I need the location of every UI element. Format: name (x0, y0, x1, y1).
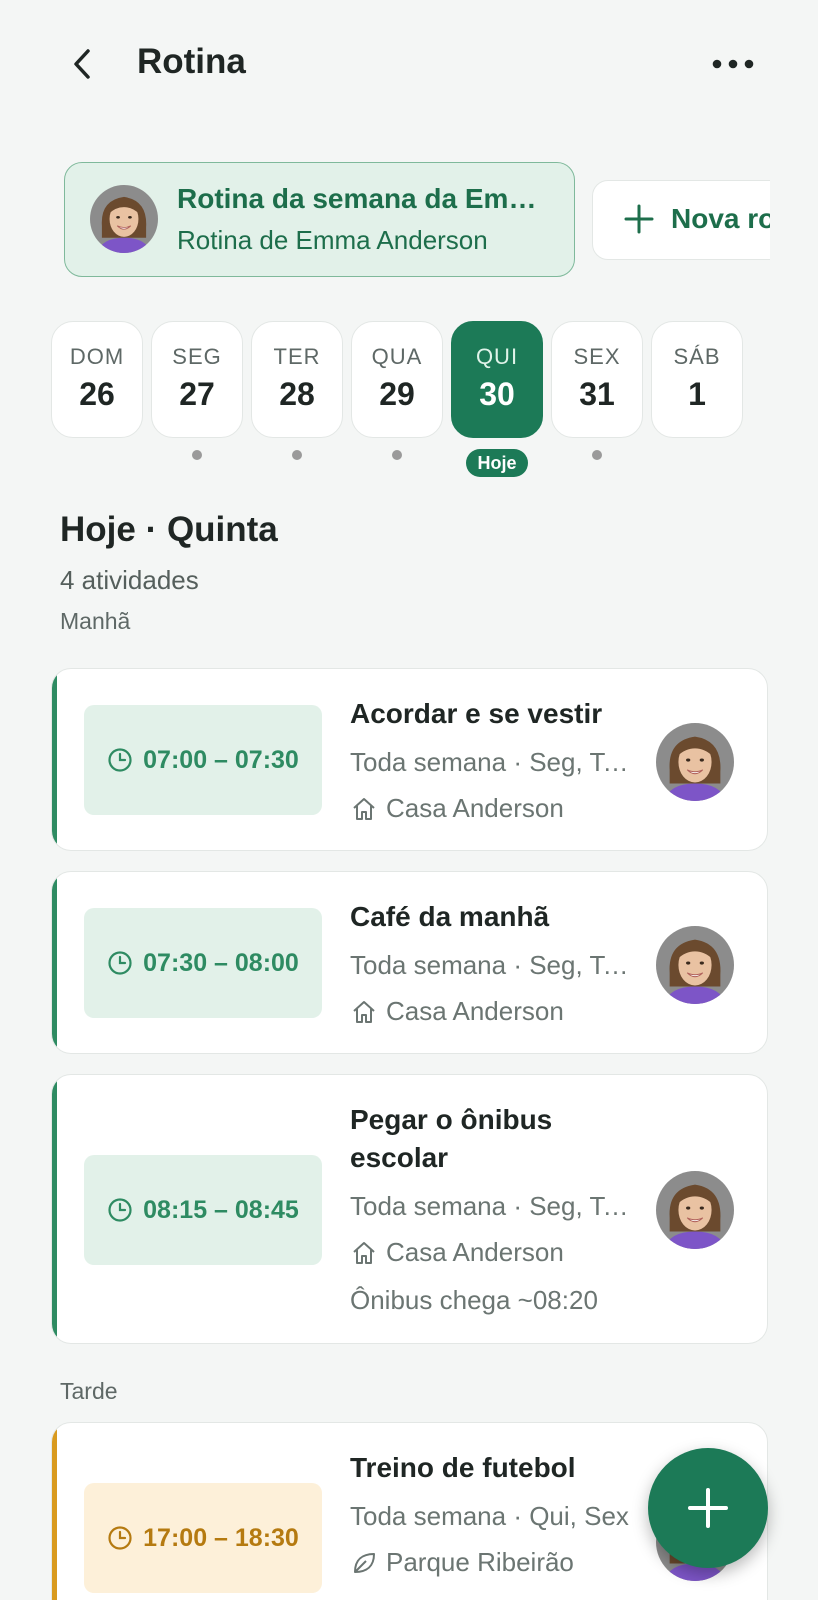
activity-title: Pegar o ônibus escolar (350, 1104, 553, 1173)
routine-selector: Rotina da semana da Emma Anderson Rotina… (0, 162, 818, 282)
time-text: 08:15 – 08:45 (143, 1195, 299, 1224)
today-badge: Hoje (466, 449, 528, 477)
accent-bar (52, 1423, 57, 1600)
activity-card[interactable]: 07:00 – 07:30 Acordar e se vestir Toda s… (51, 668, 768, 851)
day-number: 29 (379, 376, 415, 412)
activity-place: Parque Ribeirão (350, 1547, 630, 1578)
clock-icon (108, 1198, 132, 1222)
day-heading: Hoje · Quinta (60, 510, 278, 549)
time-range: 08:15 – 08:45 (84, 1155, 322, 1265)
time-range: 17:00 – 18:30 (84, 1483, 322, 1593)
avatar (656, 926, 734, 1004)
home-icon (353, 1000, 375, 1023)
note-text: Ônibus chega ~08:20 (350, 1285, 598, 1315)
routine-card-selected[interactable]: Rotina da semana da Emma Anderson Rotina… (64, 162, 575, 277)
day-name: SÁB (673, 344, 721, 369)
place-text: Casa Anderson (386, 1237, 564, 1267)
home-icon (353, 797, 375, 820)
activity-dot (592, 450, 602, 460)
more-options-button[interactable] (708, 44, 758, 84)
time-range: 07:30 – 08:00 (84, 908, 322, 1018)
add-activity-fab[interactable] (648, 1448, 768, 1568)
clock-icon (108, 1526, 132, 1550)
day-mon[interactable]: SEG 27 (151, 321, 243, 438)
activity-card[interactable]: 07:30 – 08:00 Café da manhã Toda semana … (51, 871, 768, 1054)
recurrence-text: Toda semana · Qui, Sex (350, 1501, 629, 1531)
place-text: Casa Anderson (386, 793, 564, 823)
time-text: 07:30 – 08:00 (143, 948, 299, 977)
place-text: Casa Anderson (386, 996, 564, 1026)
time-text: 17:00 – 18:30 (143, 1523, 299, 1552)
more-horizontal-icon (712, 59, 754, 69)
activity-place: Casa Anderson (350, 996, 630, 1027)
routine-subtitle: Rotina de Emma Anderson (177, 225, 488, 255)
chevron-left-icon (74, 49, 90, 79)
avatar (656, 723, 734, 801)
activity-dot (192, 450, 202, 460)
app-header: Rotina (0, 0, 818, 130)
back-button[interactable] (62, 44, 102, 84)
routine-title: Rotina da semana da Emma Anderson (177, 183, 547, 214)
day-wed[interactable]: QUA 29 (351, 321, 443, 438)
day-fri[interactable]: SEX 31 (551, 321, 643, 438)
day-name: DOM (69, 344, 125, 369)
day-name: SEG (172, 344, 222, 369)
recurrence-text: Toda semana · Seg, Ter, Qua, Qui, Sex (350, 747, 630, 777)
day-sun[interactable]: DOM 26 (51, 321, 143, 438)
avatar (656, 1171, 734, 1249)
activity-title: Acordar e se vestir (350, 698, 603, 729)
section-label-afternoon: Tarde (60, 1378, 118, 1404)
time-range: 07:00 – 07:30 (84, 705, 322, 815)
accent-bar (52, 1075, 57, 1343)
day-name: SEX (573, 344, 621, 369)
day-number: 31 (579, 376, 615, 412)
recurrence-text: Toda semana · Seg, Ter, Qua, Qui, Sex (350, 1191, 630, 1221)
leaf-icon (354, 1552, 375, 1573)
accent-bar (52, 669, 57, 850)
recurrence-text: Toda semana · Seg, Ter, Qua, Qui, Sex (350, 950, 630, 980)
place-text: Parque Ribeirão (386, 1547, 574, 1577)
day-number: 30 (479, 376, 515, 412)
accent-bar (52, 872, 57, 1053)
home-icon (353, 1241, 375, 1264)
activity-dot (392, 450, 402, 460)
activity-title: Treino de futebol (350, 1452, 576, 1483)
plus-icon (624, 204, 654, 234)
activity-recurrence: Toda semana · Seg, Ter, Qua, Qui, Sex (350, 950, 630, 981)
activity-card[interactable]: 08:15 – 08:45 Pegar o ônibus escolar Tod… (51, 1074, 768, 1344)
activity-dot (292, 450, 302, 460)
section-label-morning: Manhã (60, 608, 131, 634)
clock-icon (108, 748, 132, 772)
activity-recurrence: Toda semana · Qui, Sex (350, 1501, 630, 1532)
time-text: 07:00 – 07:30 (143, 745, 299, 774)
activity-count: 4 atividades (60, 565, 199, 595)
week-day-picker: DOM 26 SEG 27 TER 28 QUA 29 QUI 30 Hoje … (51, 321, 761, 481)
day-sat[interactable]: SÁB 1 (651, 321, 743, 438)
activity-title: Café da manhã (350, 901, 550, 932)
new-routine-button[interactable]: Nova rotina (592, 180, 818, 260)
day-tue[interactable]: TER 28 (251, 321, 343, 438)
avatar (90, 185, 158, 253)
day-number: 28 (279, 376, 315, 412)
scroll-edge (770, 162, 818, 282)
activity-place: Casa Anderson (350, 1237, 630, 1268)
day-number: 1 (688, 376, 706, 412)
day-thu-selected[interactable]: QUI 30 (451, 321, 543, 438)
day-name: QUI (475, 344, 519, 369)
plus-icon (688, 1488, 728, 1528)
clock-icon (108, 951, 132, 975)
day-number: 26 (79, 376, 115, 412)
activity-note: Ônibus chega ~08:20 (350, 1285, 630, 1316)
day-name: QUA (371, 344, 423, 369)
activity-place: Casa Anderson (350, 793, 630, 824)
page-title: Rotina (137, 42, 246, 81)
activity-recurrence: Toda semana · Seg, Ter, Qua, Qui, Sex (350, 1191, 630, 1222)
day-number: 27 (179, 376, 215, 412)
activity-recurrence: Toda semana · Seg, Ter, Qua, Qui, Sex (350, 747, 630, 778)
day-name: TER (273, 344, 321, 369)
